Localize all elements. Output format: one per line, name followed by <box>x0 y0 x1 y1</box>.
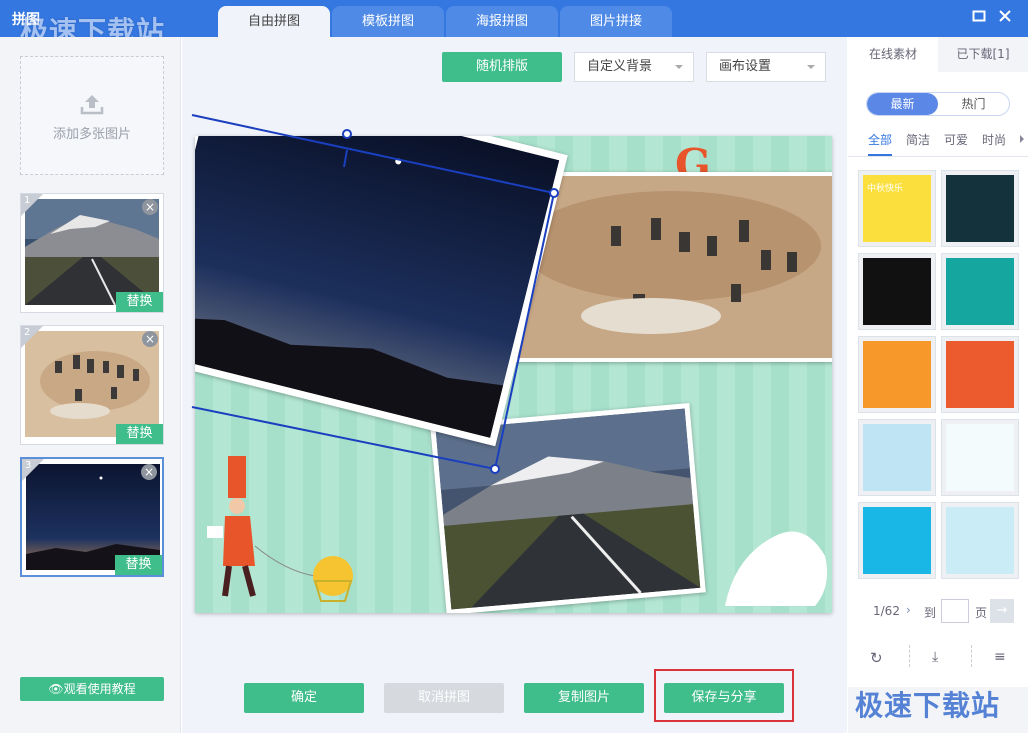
remove-thumbnail-icon[interactable]: × <box>142 199 158 215</box>
tab-online-materials[interactable]: 在线素材 <box>848 37 938 72</box>
replace-button[interactable]: 替换 <box>116 424 163 444</box>
template-preview: 中秋快乐 <box>863 175 931 242</box>
thumbnail-number: 3 <box>25 460 32 471</box>
thumbnail-number: 2 <box>24 327 31 338</box>
template-text: 中秋快乐 <box>867 184 904 194</box>
page-indicator: 1/62 <box>873 604 900 618</box>
right-panel: 在线素材 已下载[1] 最新 热门 全部 简洁 可爱 时尚 中秋快乐 1/62 … <box>848 37 1028 733</box>
template-thumbnail[interactable] <box>858 502 936 579</box>
editor-area: 随机排版 自定义背景 画布设置 G light <box>182 37 847 733</box>
white-creature <box>725 531 828 606</box>
tab-template-collage[interactable]: 模板拼图 <box>332 6 444 37</box>
tab-downloaded[interactable]: 已下载[1] <box>938 37 1028 72</box>
pagination: 1/62 › 到 页 → <box>848 599 1028 623</box>
resize-handle[interactable] <box>490 464 500 474</box>
divider <box>909 645 910 667</box>
replace-button[interactable]: 替换 <box>115 555 162 575</box>
chevron-right-icon[interactable] <box>1020 135 1024 143</box>
sort-latest[interactable]: 最新 <box>867 93 938 115</box>
selection-frame[interactable] <box>182 107 847 527</box>
template-preview <box>946 258 1014 325</box>
resize-handle[interactable] <box>549 188 559 198</box>
tab-free-collage[interactable]: 自由拼图 <box>218 6 330 37</box>
canvas-settings-dropdown[interactable]: 画布设置 <box>706 52 826 82</box>
category-simple[interactable]: 简洁 <box>906 129 930 156</box>
copy-image-button[interactable]: 复制图片 <box>524 683 644 713</box>
custom-background-label: 自定义背景 <box>587 59 653 74</box>
template-preview <box>946 424 1014 491</box>
material-footer: ↻ ⤓ ≡ <box>848 643 1028 673</box>
custom-background-dropdown[interactable]: 自定义背景 <box>574 52 694 82</box>
sort-popular[interactable]: 热门 <box>938 93 1009 115</box>
eye-icon: 👁 <box>48 682 64 696</box>
template-preview <box>946 341 1014 408</box>
tab-poster-collage[interactable]: 海报拼图 <box>446 6 558 37</box>
remove-thumbnail-icon[interactable]: × <box>142 331 158 347</box>
rotate-handle[interactable] <box>342 129 352 139</box>
watch-tutorial-button[interactable]: 👁观看使用教程 <box>20 677 164 701</box>
thumbnail-image-road <box>25 199 159 305</box>
close-icon[interactable] <box>998 9 1012 27</box>
template-thumbnail[interactable] <box>858 419 936 496</box>
remove-thumbnail-icon[interactable]: × <box>141 464 157 480</box>
template-preview <box>863 258 931 325</box>
page-input[interactable] <box>941 599 969 623</box>
divider <box>971 645 972 667</box>
download-icon[interactable]: ⤓ <box>932 649 938 665</box>
template-thumbnail[interactable] <box>941 170 1019 247</box>
thumbnail-3[interactable]: 3 × 替换 <box>20 457 164 577</box>
template-thumbnail[interactable] <box>941 336 1019 413</box>
material-tabs: 在线素材 已下载[1] <box>848 37 1028 72</box>
template-thumbnail[interactable] <box>858 336 936 413</box>
thumbnail-number: 1 <box>24 195 31 206</box>
category-all[interactable]: 全部 <box>868 129 893 156</box>
confirm-button[interactable]: 确定 <box>244 683 364 713</box>
template-preview <box>946 175 1014 242</box>
upload-icon <box>80 95 104 115</box>
save-share-button[interactable]: 保存与分享 <box>664 683 784 713</box>
thumbnail-image-animals <box>25 331 159 437</box>
sort-toggle: 最新 热门 <box>866 92 1010 116</box>
template-preview <box>863 341 931 408</box>
replace-button[interactable]: 替换 <box>116 292 163 312</box>
template-thumbnail[interactable] <box>941 253 1019 330</box>
template-thumbnail[interactable]: 中秋快乐 <box>858 170 936 247</box>
template-preview <box>863 424 931 491</box>
template-preview <box>863 507 931 574</box>
template-preview <box>946 507 1014 574</box>
go-page-button[interactable]: → <box>990 599 1014 623</box>
category-cute[interactable]: 可爱 <box>944 129 968 156</box>
tab-image-stitch[interactable]: 图片拼接 <box>560 6 672 37</box>
layers-icon[interactable]: ≡ <box>994 649 1006 665</box>
add-images-button[interactable]: 添加多张图片 <box>20 56 164 175</box>
tutorial-label: 观看使用教程 <box>63 682 136 696</box>
maximize-icon[interactable] <box>972 9 986 27</box>
material-list: 最新 热门 全部 简洁 可爱 时尚 中秋快乐 1/62 › 到 页 → <box>848 72 1028 687</box>
chevron-down-icon <box>675 65 683 69</box>
chevron-down-icon <box>807 65 815 69</box>
thumbnail-1[interactable]: 1 × 替换 <box>20 193 164 313</box>
template-thumbnail[interactable] <box>941 502 1019 579</box>
next-page-icon[interactable]: › <box>906 603 911 617</box>
goto-label: 到 <box>924 606 937 620</box>
left-panel: 添加多张图片 1 × 替换 2 × 替换 3 × 替换 👁观看使用教程 <box>0 37 181 733</box>
random-layout-button[interactable]: 随机排版 <box>442 52 562 82</box>
category-fashion[interactable]: 时尚 <box>982 129 1006 156</box>
add-images-label: 添加多张图片 <box>52 127 131 142</box>
main-tabs: 自由拼图 模板拼图 海报拼图 图片拼接 <box>218 6 674 37</box>
template-thumbnail[interactable] <box>858 253 936 330</box>
template-thumbnail[interactable] <box>941 419 1019 496</box>
thumbnail-2[interactable]: 2 × 替换 <box>20 325 164 445</box>
refresh-icon[interactable]: ↻ <box>870 649 883 667</box>
page-label: 页 <box>975 606 988 620</box>
watermark-bottom: 极速下载站 <box>855 689 1001 722</box>
cancel-collage-button[interactable]: 取消拼图 <box>384 683 504 713</box>
category-tabs: 全部 简洁 可爱 时尚 <box>848 129 1028 157</box>
canvas-settings-label: 画布设置 <box>719 59 772 74</box>
